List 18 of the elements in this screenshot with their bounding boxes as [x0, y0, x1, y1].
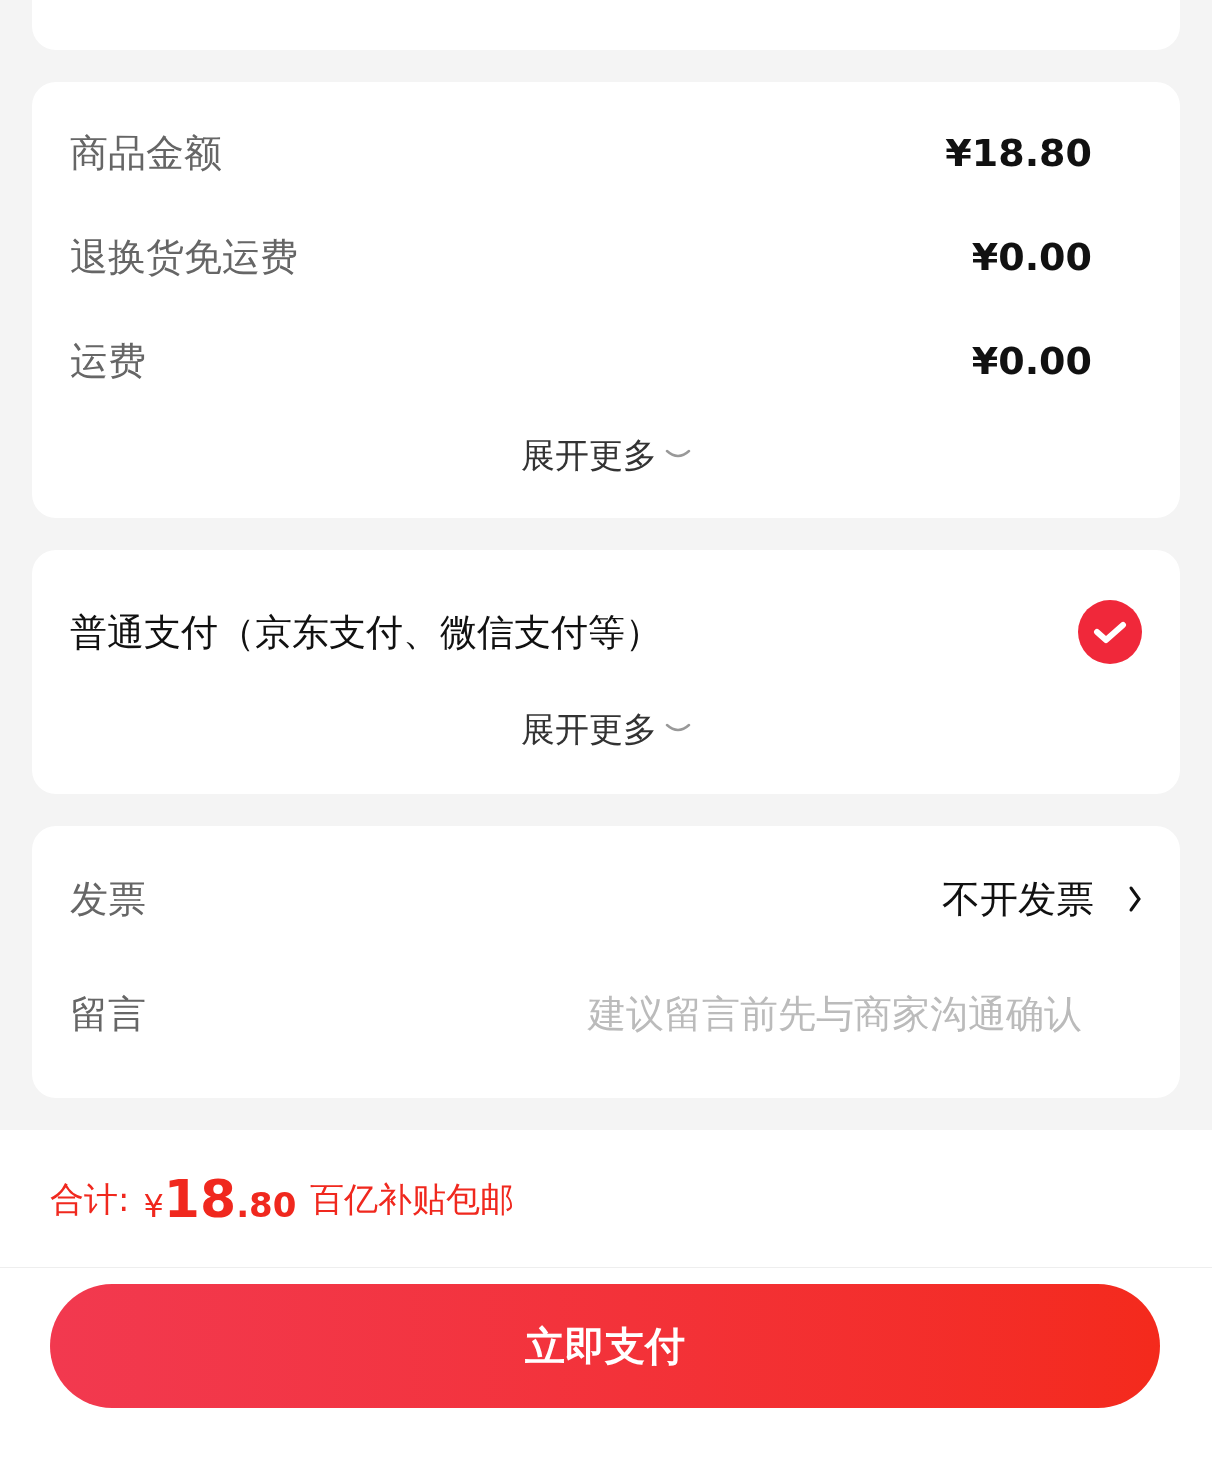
fee-label: 运费 [70, 342, 146, 380]
fee-value: ¥0.00 [971, 238, 1092, 276]
fee-label: 退换货免运费 [70, 238, 298, 276]
message-label: 留言 [70, 995, 146, 1033]
chevron-right-icon [1128, 885, 1142, 913]
total-label: 合计: [50, 1181, 130, 1216]
message-field[interactable]: 建议留言前先与商家沟通确认 [542, 992, 1142, 1036]
payment-option-label: 普通支付（京东支付、微信支付等） [70, 613, 662, 651]
fee-value: ¥0.00 [971, 342, 1092, 380]
fee-value: ¥18.80 [945, 134, 1092, 172]
total-price: ¥18.80 [143, 1172, 297, 1225]
invoice-label: 发票 [70, 880, 146, 918]
fee-label: 商品金额 [70, 134, 222, 172]
expand-more-button[interactable]: 展开更多 [521, 712, 691, 746]
shipping-note: 百亿补贴包邮 [310, 1181, 515, 1216]
invoice-selector[interactable]: 不开发票 [942, 880, 1142, 918]
expand-more-button[interactable]: 展开更多 [521, 438, 691, 472]
pay-button[interactable]: 立即支付 [50, 1284, 1160, 1408]
